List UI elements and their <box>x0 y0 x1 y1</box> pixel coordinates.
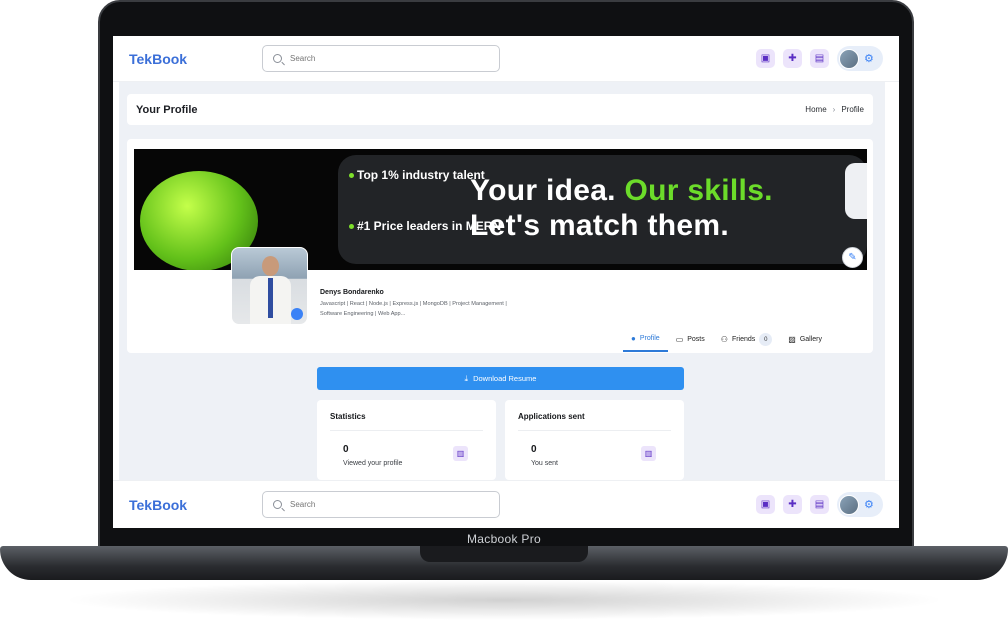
laptop-notch <box>420 546 588 562</box>
bullet-dot <box>349 224 354 230</box>
astronaut-graphic <box>845 163 867 219</box>
search-box[interactable] <box>262 45 500 72</box>
edit-cover-button[interactable]: ✎ <box>842 247 863 268</box>
breadcrumb-current: Profile <box>841 105 864 114</box>
tab-gallery-label: Gallery <box>799 336 823 343</box>
profile-photo <box>231 247 308 325</box>
friends-count-badge: 0 <box>759 333 773 346</box>
tab-posts-label: Posts <box>687 336 705 343</box>
photo-head <box>262 256 279 276</box>
avatar <box>839 494 859 515</box>
tab-friends[interactable]: ⚇ Friends 0 <box>713 329 781 352</box>
avatar <box>839 48 859 69</box>
briefcase-icon[interactable]: ▣ <box>756 49 775 68</box>
statistics-card: Statistics 0 Viewed your profile ▥ <box>317 400 496 480</box>
main-content: Your Profile Home › Profile Top 1% indus… <box>119 82 885 480</box>
edit-photo-icon[interactable] <box>291 308 303 320</box>
photo-embroidery <box>268 278 273 318</box>
search-input[interactable] <box>290 500 470 509</box>
chevron-right-icon: › <box>832 105 836 114</box>
tab-gallery[interactable]: ▨ Gallery <box>780 329 830 352</box>
topbar-actions: ▣ ✚ ▤ ⚙ <box>756 46 883 71</box>
stat-title: Applications sent <box>518 412 671 431</box>
profile-name: Denys Bondarenko <box>320 289 384 296</box>
bar-chart-icon: ▥ <box>641 446 656 461</box>
top-navbar: TekBook ▣ ✚ ▤ ⚙ <box>113 36 899 82</box>
stat-label: Viewed your profile <box>343 460 403 467</box>
stat-value: 0 <box>343 444 349 455</box>
user-menu[interactable]: ⚙ <box>837 492 883 517</box>
app-logo[interactable]: TekBook <box>129 497 187 513</box>
device-label: Macbook Pro <box>467 532 541 546</box>
banner-headline: Your idea. Our skills. Let's match them. <box>470 173 773 243</box>
banner-bullet-1: Top 1% industry talent <box>349 167 485 183</box>
page-header: Your Profile Home › Profile <box>127 94 873 125</box>
breadcrumb-home[interactable]: Home <box>805 105 826 114</box>
chat-icon[interactable]: ▤ <box>810 495 829 514</box>
profile-description: Javascript | React | Node.js | Express.j… <box>320 301 507 317</box>
stat-label: You sent <box>531 460 558 467</box>
people-icon: ⚇ <box>720 335 728 344</box>
headline-part-2: Our skills. <box>624 174 773 207</box>
screen: TekBook ▣ ✚ ▤ ⚙ Your Profile Home <box>113 36 899 528</box>
add-person-icon[interactable]: ✚ <box>783 49 802 68</box>
bar-chart-icon: ▥ <box>453 446 468 461</box>
download-icon: ⤓ <box>464 373 469 383</box>
tab-posts[interactable]: ▭ Posts <box>668 329 713 352</box>
headline-line-2: Let's match them. <box>470 209 729 242</box>
topbar-actions: ▣ ✚ ▤ ⚙ <box>756 492 883 517</box>
inbox-icon: ▭ <box>675 335 684 344</box>
search-box[interactable] <box>262 491 500 518</box>
laptop-mockup: Macbook Pro TekBook ▣ ✚ ▤ ⚙ Your Profil <box>0 0 1008 635</box>
profile-card: Top 1% industry talent #1 Price leaders … <box>127 139 873 353</box>
banner-bullet-1-text: Top 1% industry talent <box>357 168 485 182</box>
image-icon: ▨ <box>788 335 796 344</box>
tab-friends-label: Friends <box>731 336 756 343</box>
user-menu[interactable]: ⚙ <box>837 46 883 71</box>
tab-profile[interactable]: ● Profile <box>623 329 668 352</box>
app-logo[interactable]: TekBook <box>129 51 187 67</box>
user-circle-icon: ● <box>631 334 636 343</box>
stat-value: 0 <box>531 444 537 455</box>
gear-icon[interactable]: ⚙ <box>864 498 874 511</box>
banner-panel: Top 1% industry talent #1 Price leaders … <box>338 155 867 264</box>
chat-icon[interactable]: ▤ <box>810 49 829 68</box>
tab-profile-label: Profile <box>639 335 660 342</box>
bullet-dot <box>349 173 354 179</box>
stat-title: Statistics <box>330 412 483 431</box>
search-input[interactable] <box>290 54 470 63</box>
headline-part-1: Your idea. <box>470 174 625 207</box>
applications-card: Applications sent 0 You sent ▥ <box>505 400 684 480</box>
profile-tabs: ● Profile ▭ Posts ⚇ Friends 0 ▨ Gallery <box>623 329 830 352</box>
bottom-navbar: TekBook ▣ ✚ ▤ ⚙ <box>113 480 899 528</box>
download-resume-label: Download Resume <box>473 374 537 383</box>
laptop-shadow <box>60 580 948 620</box>
download-resume-button[interactable]: ⤓ Download Resume <box>317 367 684 390</box>
search-icon <box>273 500 282 509</box>
breadcrumb: Home › Profile <box>805 105 864 114</box>
search-icon <box>273 54 282 63</box>
add-person-icon[interactable]: ✚ <box>783 495 802 514</box>
briefcase-icon[interactable]: ▣ <box>756 495 775 514</box>
page-title: Your Profile <box>136 103 198 116</box>
gear-icon[interactable]: ⚙ <box>864 52 874 65</box>
